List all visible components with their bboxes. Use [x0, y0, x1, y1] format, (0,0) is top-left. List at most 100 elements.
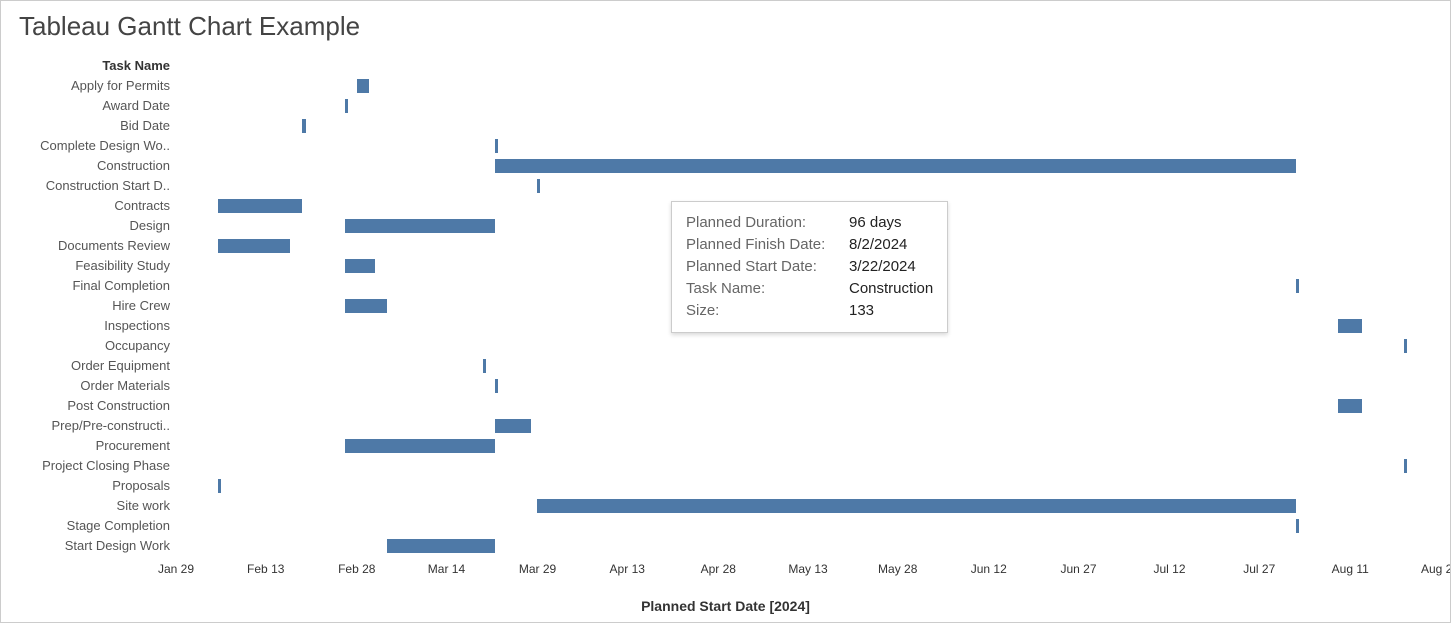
task-label: Documents Review — [1, 236, 176, 256]
task-row — [176, 516, 1440, 536]
chart-frame: Tableau Gantt Chart Example Task Name Ap… — [0, 0, 1451, 623]
tooltip-value: 8/2/2024 — [849, 234, 907, 256]
x-axis: Jan 29Feb 13Feb 28Mar 14Mar 29Apr 13Apr … — [176, 562, 1440, 582]
task-row — [176, 96, 1440, 116]
task-row — [176, 76, 1440, 96]
task-label: Hire Crew — [1, 296, 176, 316]
task-label: Post Construction — [1, 396, 176, 416]
gantt-bar[interactable] — [345, 299, 387, 313]
row-labels-column: Task Name Apply for PermitsAward DateBid… — [1, 56, 176, 562]
axis-tick: Apr 13 — [610, 562, 645, 576]
gantt-bar[interactable] — [345, 439, 495, 453]
task-label: Design — [1, 216, 176, 236]
task-row — [176, 336, 1440, 356]
chart-title: Tableau Gantt Chart Example — [1, 1, 1450, 42]
task-label: Prep/Pre-constructi.. — [1, 416, 176, 436]
axis-tick: Aug 11 — [1332, 562, 1369, 576]
tooltip-value: 96 days — [849, 212, 902, 234]
gantt-bar[interactable] — [1296, 519, 1299, 533]
tooltip-key: Planned Finish Date: — [686, 234, 841, 256]
tooltip-key: Task Name: — [686, 278, 841, 300]
task-row — [176, 456, 1440, 476]
gantt-bar[interactable] — [495, 139, 498, 153]
task-label: Start Design Work — [1, 536, 176, 556]
gantt-bar[interactable] — [1404, 339, 1407, 353]
gantt-bar[interactable] — [1338, 399, 1362, 413]
axis-tick: May 13 — [788, 562, 827, 576]
axis-tick: May 28 — [878, 562, 917, 576]
gantt-bar[interactable] — [218, 239, 290, 253]
task-label: Contracts — [1, 196, 176, 216]
gantt-bar[interactable] — [495, 419, 531, 433]
tooltip-key: Size: — [686, 300, 841, 322]
row-header: Task Name — [1, 56, 176, 76]
task-row — [176, 436, 1440, 456]
task-row — [176, 176, 1440, 196]
task-label: Construction — [1, 156, 176, 176]
task-label: Order Equipment — [1, 356, 176, 376]
task-row — [176, 396, 1440, 416]
gantt-bar[interactable] — [483, 359, 486, 373]
task-label: Project Closing Phase — [1, 456, 176, 476]
gantt-bar[interactable] — [345, 259, 375, 273]
axis-tick: Feb 28 — [338, 562, 375, 576]
tooltip-key: Planned Duration: — [686, 212, 841, 234]
axis-tick: Mar 14 — [428, 562, 465, 576]
task-label: Complete Design Wo.. — [1, 136, 176, 156]
tooltip-row: Planned Start Date: 3/22/2024 — [686, 256, 933, 278]
task-row — [176, 496, 1440, 516]
axis-tick: Apr 28 — [701, 562, 736, 576]
axis-tick: Jan 29 — [158, 562, 194, 576]
gantt-bar[interactable] — [345, 219, 495, 233]
gantt-bar[interactable] — [1404, 459, 1407, 473]
gantt-bar[interactable] — [1296, 279, 1299, 293]
tooltip-value: 133 — [849, 300, 874, 322]
axis-tick: Aug 26 — [1421, 562, 1451, 576]
tooltip-row: Task Name: Construction — [686, 278, 933, 300]
axis-tick: Jul 12 — [1153, 562, 1185, 576]
task-label: Occupancy — [1, 336, 176, 356]
gantt-bar[interactable] — [345, 99, 348, 113]
task-label: Award Date — [1, 96, 176, 116]
task-label: Procurement — [1, 436, 176, 456]
axis-tick: Jul 27 — [1243, 562, 1275, 576]
gantt-bar[interactable] — [387, 539, 495, 553]
task-row — [176, 116, 1440, 136]
task-row — [176, 356, 1440, 376]
task-row — [176, 416, 1440, 436]
task-label: Site work — [1, 496, 176, 516]
tooltip-value: Construction — [849, 278, 933, 300]
task-label: Order Materials — [1, 376, 176, 396]
task-label: Bid Date — [1, 116, 176, 136]
task-row — [176, 536, 1440, 556]
tooltip-row: Planned Finish Date: 8/2/2024 — [686, 234, 933, 256]
task-label: Proposals — [1, 476, 176, 496]
gantt-bar[interactable] — [302, 119, 305, 133]
task-label: Inspections — [1, 316, 176, 336]
gantt-bar[interactable] — [537, 499, 1295, 513]
gantt-bar[interactable] — [495, 379, 498, 393]
tooltip-row: Planned Duration: 96 days — [686, 212, 933, 234]
axis-tick: Jun 27 — [1060, 562, 1096, 576]
task-row — [176, 136, 1440, 156]
axis-tick: Feb 13 — [247, 562, 284, 576]
task-label: Feasibility Study — [1, 256, 176, 276]
x-axis-label: Planned Start Date [2024] — [641, 598, 810, 614]
tooltip-value: 3/22/2024 — [849, 256, 916, 278]
task-label: Construction Start D.. — [1, 176, 176, 196]
gantt-bar[interactable] — [218, 199, 302, 213]
axis-tick: Mar 29 — [519, 562, 556, 576]
gantt-bar[interactable] — [537, 179, 540, 193]
tooltip-key: Planned Start Date: — [686, 256, 841, 278]
task-label: Stage Completion — [1, 516, 176, 536]
gantt-bar[interactable] — [495, 159, 1296, 173]
gantt-bar[interactable] — [357, 79, 369, 93]
gantt-bar[interactable] — [218, 479, 221, 493]
task-row — [176, 376, 1440, 396]
axis-tick: Jun 12 — [971, 562, 1007, 576]
tooltip-row: Size: 133 — [686, 300, 933, 322]
task-label: Final Completion — [1, 276, 176, 296]
task-label: Apply for Permits — [1, 76, 176, 96]
gantt-bar[interactable] — [1338, 319, 1362, 333]
task-row — [176, 476, 1440, 496]
